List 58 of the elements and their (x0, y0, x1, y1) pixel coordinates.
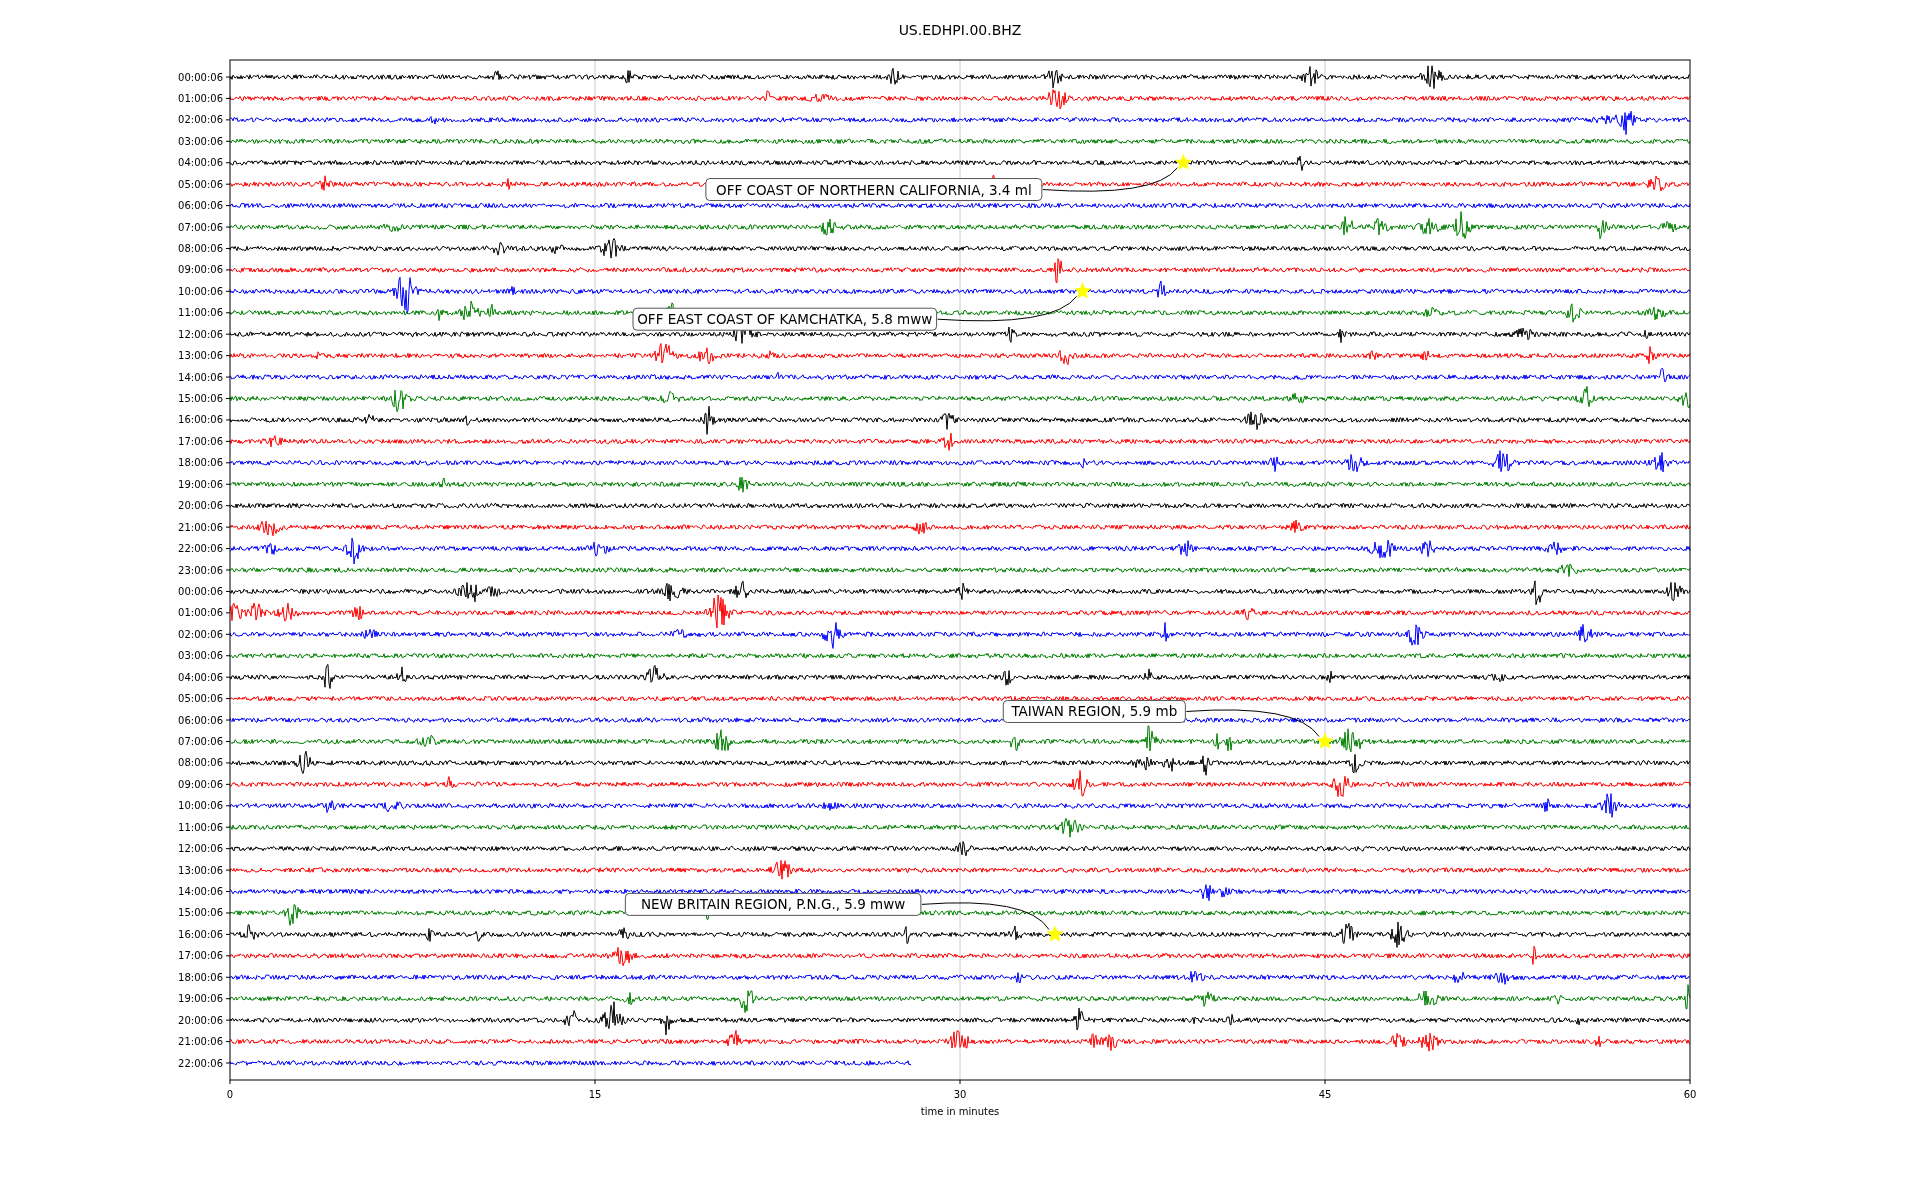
y-tick-label: 05:00:06 (178, 178, 223, 190)
x-tick-label: 45 (1318, 1089, 1332, 1100)
y-tick-label: 20:00:06 (178, 500, 223, 512)
y-tick-label: 22:00:06 (178, 543, 223, 555)
y-tick-label: 23:00:06 (178, 564, 223, 576)
y-tick-label: 21:00:06 (178, 1036, 223, 1048)
annotation-label: TAIWAN REGION, 5.9 mb (1002, 699, 1186, 723)
y-tick-label: 16:00:06 (178, 928, 223, 940)
x-axis-label: time in minutes (920, 1106, 1000, 1117)
y-tick-label: 09:00:06 (178, 778, 223, 790)
y-tick-label: 00:00:06 (178, 585, 223, 597)
y-tick-label: 04:00:06 (178, 671, 223, 683)
y-tick-label: 13:00:06 (178, 350, 223, 362)
y-tick-label: 18:00:06 (178, 971, 223, 983)
y-tick-label: 21:00:06 (178, 521, 223, 533)
y-tick-label: 03:00:06 (178, 135, 223, 147)
y-tick-label: 02:00:06 (178, 114, 223, 126)
y-tick-label: 17:00:06 (178, 435, 223, 447)
y-tick-label: 15:00:06 (178, 393, 223, 404)
y-tick-label: 18:00:06 (178, 457, 223, 469)
y-tick-label: 19:00:06 (178, 993, 223, 1005)
y-tick-label: 10:00:06 (178, 285, 223, 297)
y-tick-label: 08:00:06 (178, 757, 223, 769)
x-tick-label: 0 (226, 1089, 234, 1100)
y-tick-label: 16:00:06 (178, 414, 223, 426)
y-tick-label: 05:00:06 (178, 693, 223, 705)
x-tick-label: 60 (1683, 1089, 1697, 1100)
y-tick-label: 07:00:06 (178, 736, 223, 747)
y-tick-label: 11:00:06 (178, 307, 223, 319)
y-tick-label: 03:00:06 (178, 650, 223, 662)
y-tick-label: 02:00:06 (178, 628, 223, 640)
y-tick-label: 06:00:06 (178, 200, 223, 212)
y-tick-label: 04:00:06 (178, 157, 223, 169)
y-tick-label: 01:00:06 (178, 607, 223, 619)
y-tick-label: 20:00:06 (178, 1014, 223, 1026)
y-tick-label: 06:00:06 (178, 714, 223, 726)
y-tick-label: 17:00:06 (178, 950, 223, 962)
chart-title: US.EDHPI.00.BHZ (898, 22, 1022, 38)
y-tick-label: 14:00:06 (178, 371, 223, 383)
y-tick-label: 15:00:06 (178, 907, 223, 919)
y-tick-label: 01:00:06 (178, 92, 223, 104)
y-tick-label: 13:00:06 (178, 864, 223, 876)
x-tick-label: 30 (953, 1089, 967, 1100)
y-tick-label: 12:00:06 (178, 843, 223, 855)
annotation-label: OFF EAST COAST OF KAMCHATKA, 5.8 mww (632, 307, 938, 331)
y-tick-label: 11:00:06 (178, 821, 223, 833)
y-tick-label: 00:00:06 (178, 71, 223, 83)
y-tick-label: 12:00:06 (178, 328, 223, 340)
y-tick-label: 14:00:06 (178, 886, 223, 897)
y-tick-label: 10:00:06 (178, 800, 223, 812)
y-tick-label: 22:00:06 (178, 1057, 223, 1069)
y-tick-label: 09:00:06 (178, 264, 223, 276)
y-tick-label: 08:00:06 (178, 243, 223, 254)
annotation-label: OFF COAST OF NORTHERN CALIFORNIA, 3.4 ml (705, 178, 1043, 202)
y-tick-label: 19:00:06 (178, 478, 223, 490)
y-tick-label: 07:00:06 (178, 221, 223, 233)
annotation-label: NEW BRITAIN REGION, P.N.G., 5.9 mww (624, 892, 922, 916)
x-tick-label: 15 (588, 1089, 602, 1100)
